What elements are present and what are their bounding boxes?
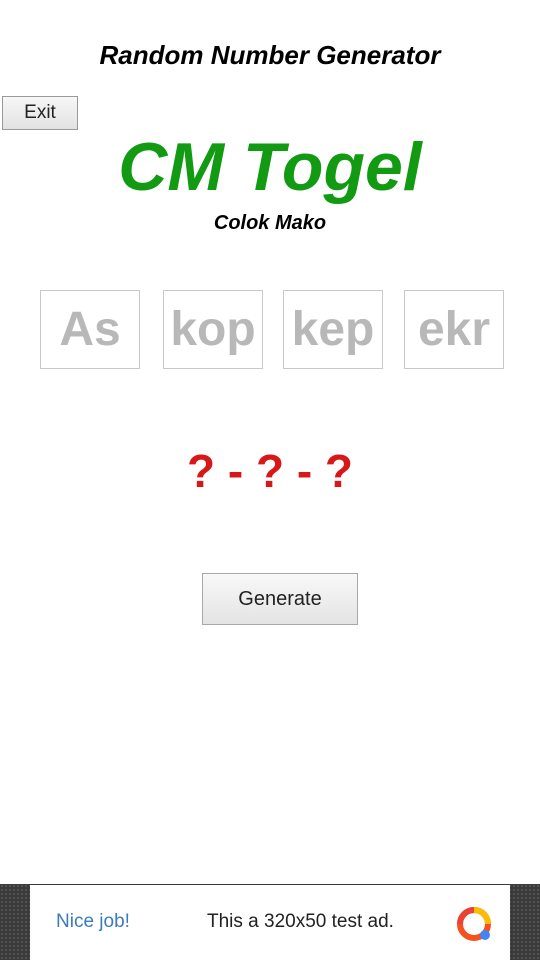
brand-subtitle: Colok Mako [213, 212, 327, 234]
ad-banner[interactable]: Nice job! This a 320x50 test ad. [0, 884, 540, 960]
ad-card[interactable]: Nice job! This a 320x50 test ad. [30, 885, 510, 960]
digit-field-kep[interactable] [283, 290, 383, 369]
result-display: ? - ? - ? [186, 445, 354, 497]
brand-title: CM Togel [118, 129, 422, 205]
digit-field-kop[interactable] [163, 290, 263, 369]
app-header-title: Random Number Generator [99, 40, 441, 70]
digit-field-as[interactable] [40, 290, 140, 369]
ad-headline[interactable]: Nice job! [56, 911, 130, 933]
ad-body-text: This a 320x50 test ad. [207, 911, 394, 932]
generate-button[interactable]: Generate [202, 573, 358, 625]
digit-field-ekr[interactable] [404, 290, 504, 369]
exit-button[interactable]: Exit [2, 96, 78, 130]
ad-choices-logo-icon[interactable] [454, 904, 494, 944]
